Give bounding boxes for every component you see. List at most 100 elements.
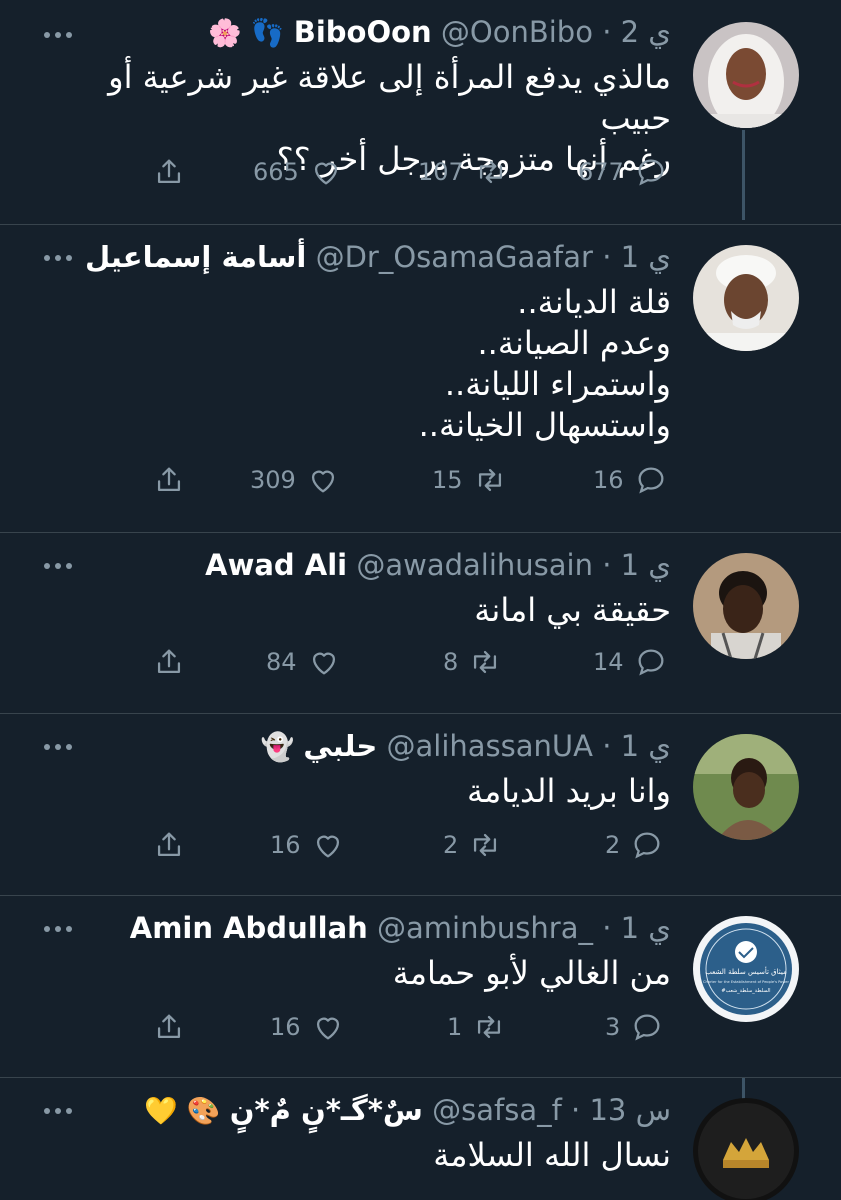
tweet-text: من الغالي لأبو حمامة [71,953,671,994]
like-button[interactable]: 16 [270,825,345,865]
retweet-button[interactable]: 8 [443,642,502,682]
reply-button[interactable]: 14 [593,642,668,682]
more-options-icon[interactable] [44,251,74,265]
text-line: من الغالي لأبو حمامة [392,954,671,992]
timestamp[interactable]: 13 س [589,1093,671,1127]
handle[interactable]: @safsa_f [432,1093,562,1127]
like-count: 309 [250,466,296,494]
tweet-text: وانا بريد الديامة [71,771,671,812]
handle[interactable]: @aminbushra_ [377,911,593,945]
emoji-yellow-heart: 💛 [144,1096,178,1127]
like-button[interactable]: 16 [270,1007,345,1047]
like-count: 16 [270,1013,301,1041]
text-line: وعدم الصيانة.. [477,324,671,362]
more-options-icon[interactable] [44,28,74,42]
share-button[interactable] [152,460,186,500]
more-options-icon[interactable] [44,740,74,754]
retweet-button[interactable]: 1 [447,1007,506,1047]
display-name[interactable]: سٌ*گـ*نٍ مٌ*نٍ [230,1093,423,1127]
reply-button[interactable]: 2 [605,825,664,865]
timestamp[interactable]: 1 ي [621,240,671,274]
like-button[interactable]: 309 [250,460,340,500]
display-name[interactable]: Awad Ali [205,548,347,582]
retweet-icon [474,833,497,857]
divider [0,1077,841,1078]
handle[interactable]: @OonBibo [441,15,593,49]
tweet-header: 💛 🎨 سٌ*گـ*نٍ مٌ*نٍ @safsa_f · 13 س [144,1092,671,1130]
retweet-button[interactable]: 2 [443,825,502,865]
timestamp[interactable]: 1 ي [621,729,671,763]
heart-icon [314,162,337,185]
timestamp[interactable]: 1 ي [621,911,671,945]
share-button[interactable] [152,642,186,682]
action-bar: 2 2 16 [0,825,841,865]
action-bar: 677 107 665 [0,152,841,192]
separator: · [602,15,612,49]
reply-count: 677 [578,158,624,186]
heart-icon [316,1017,339,1040]
text-line: نسال الله السلامة [433,1136,671,1174]
retweet-count: 8 [443,648,459,676]
display-name[interactable]: BiboOon [294,15,432,49]
separator: · [571,1093,581,1127]
tweet-text: حقيقة بي امانة [71,590,671,631]
retweet-button[interactable]: 15 [432,460,507,500]
more-options-icon[interactable] [44,559,74,573]
like-count: 665 [253,158,299,186]
tweet-header: أسامة إسماعيل @Dr_OsamaGaafar · 1 ي [85,239,671,275]
avatar[interactable] [693,1098,799,1200]
emoji-palette: 🎨 [186,1096,221,1127]
reply-button[interactable]: 677 [578,152,668,192]
separator: · [602,240,612,274]
reply-button[interactable]: 3 [605,1007,664,1047]
more-options-icon[interactable] [44,922,74,936]
action-bar: 16 15 309 [0,460,841,500]
tweet-header: Awad Ali @awadalihusain · 1 ي [205,547,671,583]
avatar[interactable] [693,245,799,351]
share-button[interactable] [152,152,186,192]
display-name[interactable]: Amin Abdullah [130,911,368,945]
timestamp[interactable]: 1 ي [621,548,671,582]
reply-icon [638,159,664,186]
tweet-text: قلة الديانة.. وعدم الصيانة.. واستمراء ال… [71,282,671,446]
like-count: 16 [270,831,301,859]
reply-icon [638,467,664,494]
handle[interactable]: @Dr_OsamaGaafar [316,240,593,274]
retweet-button[interactable]: 107 [418,152,508,192]
separator: · [602,911,612,945]
separator: · [602,548,612,582]
share-button[interactable] [152,825,186,865]
share-icon [157,832,181,857]
display-name[interactable]: حلبي [303,729,377,763]
reply-button[interactable]: 16 [593,460,668,500]
text-line: مالذي يدفع المرأة إلى علاقة غير شرعية أو… [108,58,671,137]
like-button[interactable]: 84 [266,642,341,682]
more-options-icon[interactable] [44,1104,74,1118]
retweet-count: 1 [447,1013,463,1041]
separator: · [602,729,612,763]
display-name[interactable]: أسامة إسماعيل [85,240,306,274]
share-icon [157,649,181,674]
text-line: قلة الديانة.. [517,283,671,321]
heart-icon [311,470,334,493]
divider [0,895,841,896]
avatar[interactable] [693,22,799,128]
like-count: 84 [266,648,297,676]
handle[interactable]: @alihassanUA [386,729,592,763]
retweet-count: 15 [432,466,463,494]
handle[interactable]: @awadalihusain [356,548,593,582]
retweet-icon [474,650,497,674]
logo-text: ميثاق تأسيس سلطة الشعب [705,966,787,976]
text-line: حقيقة بي امانة [474,591,671,629]
reply-count: 3 [605,1013,621,1041]
reply-icon [634,832,660,859]
action-bar: 14 8 84 [0,642,841,682]
timestamp[interactable]: 2 ي [621,15,671,49]
retweet-count: 2 [443,831,459,859]
logo-text: Charter for the Establishment of People'… [703,980,789,984]
retweet-icon [478,1015,501,1039]
reply-count: 16 [593,466,624,494]
share-button[interactable] [152,1007,186,1047]
like-button[interactable]: 665 [253,152,343,192]
text-line: واستسهال الخيانة.. [418,406,671,444]
